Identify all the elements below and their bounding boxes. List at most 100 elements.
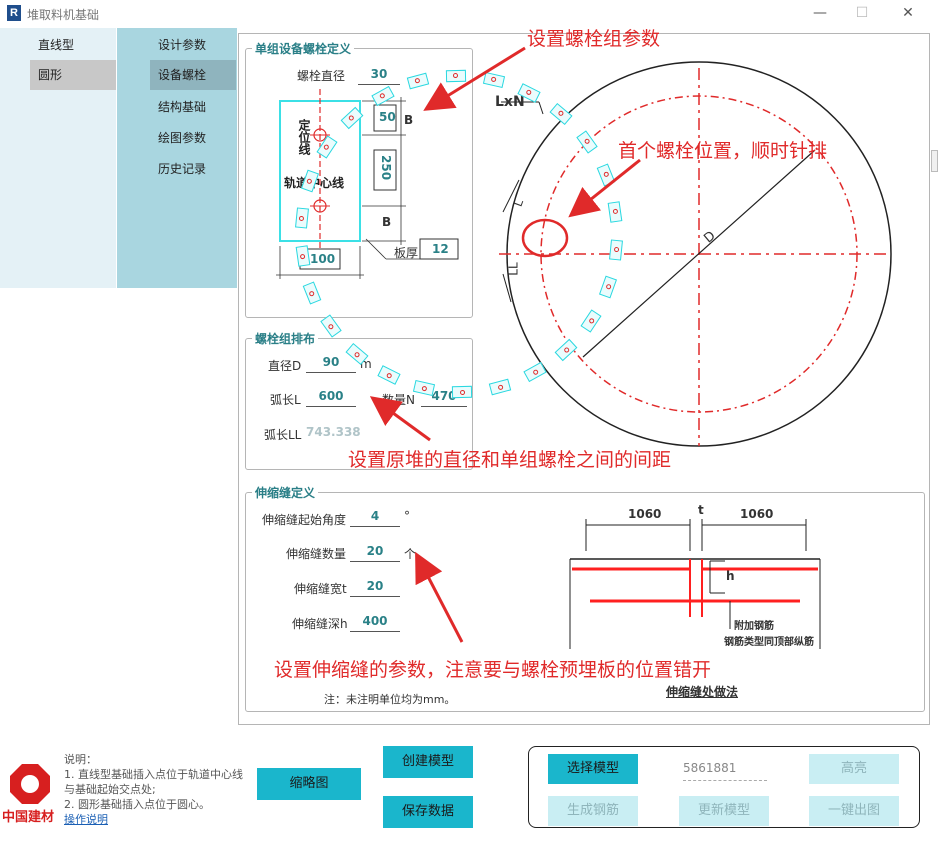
bolt-hole: [327, 323, 335, 331]
company-logo-text: 中国建材: [2, 810, 55, 825]
nav-item-circular[interactable]: 圆形: [30, 60, 116, 90]
joint-count-input[interactable]: 20: [350, 542, 400, 562]
bolt-hole: [602, 171, 610, 178]
app-icon: R: [7, 5, 21, 21]
bolt-hole: [490, 76, 497, 83]
bolt-hole: [299, 254, 305, 260]
bolt-hole: [605, 283, 612, 290]
subnav-item-history[interactable]: 历史记录: [150, 154, 236, 184]
bolt-hole: [385, 372, 393, 380]
annotation-joint-params: 设置伸缩缝的参数，注意要与螺栓预埋板的位置错开: [274, 659, 712, 681]
bolt-definition-group: 单组设备螺栓定义 螺栓直径 30 定位线 轨道中心线 5: [245, 40, 473, 318]
arc-length-input[interactable]: 600: [306, 387, 356, 407]
title-bar: R 堆取料机基础 — ☐ ✕: [0, 0, 938, 28]
arc-ll-diagram-label: LL: [506, 262, 521, 276]
bolt-hole: [532, 369, 540, 376]
joint-depth-label: 伸缩缝深h: [292, 617, 348, 631]
subnav-item-structure-foundation[interactable]: 结构基础: [150, 92, 236, 122]
arc-ll-value: 743.338: [306, 425, 361, 439]
unit-note: 注：未注明单位均为mm。: [324, 693, 456, 706]
subnav-item-design-params[interactable]: 设计参数: [150, 30, 236, 60]
bolt-plate-diagram: [276, 89, 459, 279]
plate-width-input[interactable]: 100: [310, 252, 335, 266]
plate-thickness-input[interactable]: 12: [432, 242, 449, 256]
window-title: 堆取料机基础: [27, 8, 100, 22]
export-drawings-button[interactable]: 一键出图: [809, 796, 899, 826]
bolt-layout-title: 螺栓组排布: [252, 330, 319, 347]
bolt-count-label: 数量N: [382, 393, 415, 407]
circle-lxn-label: LxN: [495, 94, 525, 110]
bolt-hole: [414, 77, 421, 85]
update-model-button[interactable]: 更新模型: [679, 796, 769, 826]
bolt-hole: [614, 246, 620, 253]
left-nav: 直线型 圆形: [0, 28, 116, 288]
bolt-hole: [525, 88, 533, 96]
select-model-button[interactable]: 选择模型: [548, 754, 638, 784]
arc-length-label: 弧长L: [270, 393, 301, 407]
minimize-button[interactable]: —: [810, 4, 830, 22]
bolt-plate-marker: [295, 245, 310, 268]
joint-count-unit: 个: [404, 547, 417, 561]
nav-item-linear[interactable]: 直线型: [30, 30, 116, 60]
joint-caption: 伸缩缝处做法: [666, 685, 739, 699]
subnav-item-drawing-params[interactable]: 绘图参数: [150, 123, 236, 153]
dim-b-top: B: [404, 113, 414, 127]
joint-dim-t: t: [698, 503, 704, 517]
circular-layout-diagram: [499, 61, 892, 447]
info-line-2: 2. 圆形基础插入点位于圆心。: [64, 798, 210, 811]
subnav-item-equipment-bolts[interactable]: 设备螺栓: [150, 60, 236, 90]
annotation-first-bolt: 首个螺栓位置，顺时针排: [618, 140, 828, 162]
create-model-button[interactable]: 创建模型: [383, 746, 473, 778]
bolt-hole: [460, 389, 466, 395]
bolt-hole: [378, 92, 386, 99]
bolt-plate-marker: [294, 207, 309, 229]
layout-diameter-label: 直径D: [268, 359, 302, 373]
bolt-hole: [452, 72, 458, 79]
locator-line-label: 定位线: [297, 119, 311, 155]
joint-count-label: 伸缩缝数量: [286, 547, 347, 561]
arc-ll-label: 弧长LL: [264, 428, 302, 442]
maximize-button[interactable]: ☐: [852, 4, 872, 22]
joint-dim-right: 1060: [740, 507, 774, 521]
sub-nav: 设计参数 设备螺栓 结构基础 绘图参数 历史记录: [117, 28, 237, 288]
joint-angle-unit: °: [404, 509, 410, 523]
dim-50[interactable]: 50: [379, 110, 396, 124]
bolt-hole: [497, 383, 504, 390]
help-link[interactable]: 操作说明: [64, 812, 244, 827]
generate-rebar-button[interactable]: 生成钢筋: [548, 796, 638, 826]
joint-width-input[interactable]: 20: [350, 577, 400, 597]
info-panel: 说明： 1. 直线型基础插入点位于轨道中心线与基础起始交点处; 2. 圆形基础插…: [64, 752, 244, 827]
annotation-bolt-group: 设置螺栓组参数: [527, 28, 661, 50]
dim-250[interactable]: 250: [379, 155, 393, 180]
bolt-hole: [347, 114, 355, 122]
joint-angle-label: 伸缩缝起始角度: [262, 513, 347, 527]
bolt-hole: [588, 317, 596, 325]
rebar-note-2: 钢筋类型同顶部纵筋: [724, 637, 814, 648]
joint-angle-input[interactable]: 4: [350, 507, 400, 527]
close-button[interactable]: ✕: [898, 4, 918, 22]
info-line-1: 1. 直线型基础插入点位于轨道中心线与基础起始交点处;: [64, 768, 243, 796]
bolt-hole: [421, 385, 428, 392]
annotation-diameter-spacing: 设置原堆的直径和单组螺栓之间的间距: [348, 449, 672, 471]
joint-width-label: 伸缩缝宽t: [294, 582, 347, 596]
side-scroll-indicator[interactable]: [931, 150, 938, 172]
highlight-button[interactable]: 高亮: [809, 754, 899, 784]
thumbnail-button[interactable]: 缩略图: [257, 768, 361, 800]
bolt-hole: [563, 346, 571, 354]
joint-dim-left: 1060: [628, 507, 662, 521]
layout-diameter-input[interactable]: 90: [306, 353, 356, 373]
bolt-plate-marker: [445, 69, 466, 83]
rebar-note-1: 附加钢筋: [734, 621, 774, 632]
model-id-field[interactable]: 5861881: [683, 761, 767, 781]
model-actions-box: 选择模型 5861881 高亮 生成钢筋 更新模型 一键出图: [528, 746, 920, 828]
joint-depth-input[interactable]: 400: [350, 612, 400, 632]
bolt-hole: [322, 143, 330, 151]
bolt-hole: [298, 215, 304, 222]
bolt-hole: [557, 109, 565, 117]
bolt-hole: [353, 351, 361, 359]
expansion-joint-title: 伸缩缝定义: [252, 484, 319, 501]
bolt-plate-marker: [452, 385, 473, 399]
bolt-hole: [613, 208, 619, 214]
save-data-button[interactable]: 保存数据: [383, 796, 473, 828]
joint-dim-h: h: [726, 569, 735, 583]
